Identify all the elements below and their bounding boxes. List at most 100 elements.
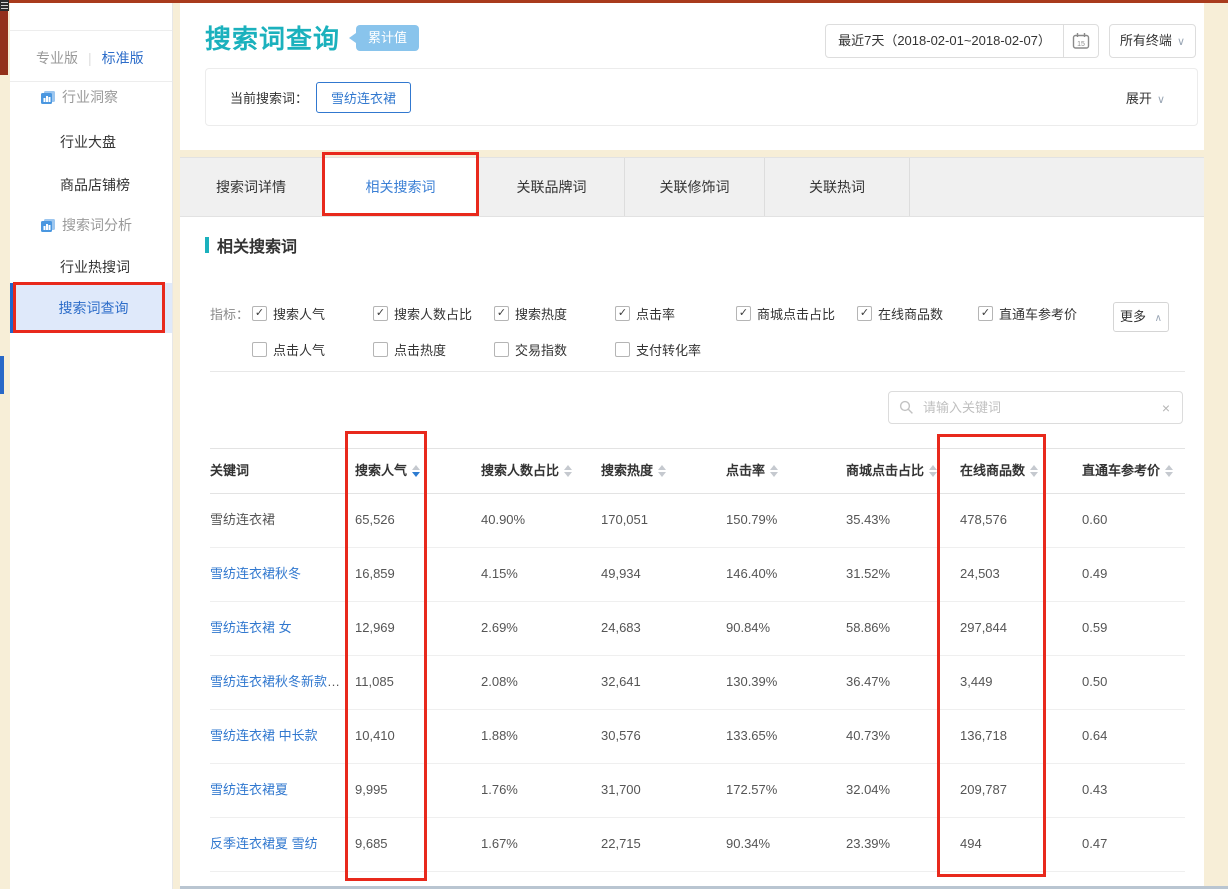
value-cell: 32.04% [838,764,952,817]
clear-search-icon[interactable]: × [1160,400,1172,416]
checkbox-unchecked-icon[interactable] [373,342,388,357]
table-row-1: 雪纺连衣裙65,52640.90%170,051150.79%35.43%478… [210,494,1185,548]
expand-toggle[interactable]: 展开∨ [1126,88,1165,107]
metric-checkbox-item[interactable]: 点击人气 [252,340,373,359]
value-cell: 209,787 [952,764,1074,817]
tab-4[interactable]: 关联修饰词 [625,158,765,216]
calendar-button[interactable]: 15 [1063,25,1098,57]
sort-icon[interactable] [770,465,778,477]
column-header-4[interactable]: 搜索热度 [593,449,718,493]
metric-checkbox-item[interactable]: ✓在线商品数 [857,304,978,323]
tab-5[interactable]: 关联热词 [765,158,910,216]
sidebar-item-label: 行业大盘 [60,134,116,150]
keyword-cell: 加绒雪纺连衣裙 [210,872,347,886]
value-cell: 0.60 [1074,494,1185,547]
sidebar-item-4[interactable]: 搜索词分析 [10,212,172,238]
checkbox-checked-icon[interactable]: ✓ [857,306,872,321]
tab-2[interactable]: 相关搜索词 [323,158,479,216]
column-header-5[interactable]: 点击率 [718,449,838,493]
sidebar-item-label: 商品店铺榜 [60,177,130,193]
table-row-7: 反季连衣裙夏 雪纺9,6851.67%22,71590.34%23.39%494… [210,818,1185,872]
keyword-link[interactable]: 反季连衣裙夏 雪纺 [210,836,318,851]
metric-checkbox-item[interactable]: ✓ 搜索人数占比 [373,304,494,323]
sort-icon[interactable] [1030,465,1038,477]
checkbox-checked-icon[interactable]: ✓ [252,306,267,321]
more-metrics-button[interactable]: 更多 ∧ [1113,302,1169,332]
value-cell: 24,683 [593,602,718,655]
page-header: 搜索词查询 累计值 最近7天（2018-02-01~2018-02-07） 15… [180,3,1204,150]
keyword-link[interactable]: 雪纺连衣裙 中长款 [210,728,318,743]
sidebar-item-2[interactable]: 行业大盘 [10,129,172,155]
table-row-2: 雪纺连衣裙秋冬16,8594.15%49,934146.40%31.52%24,… [210,548,1185,602]
sort-icon[interactable] [658,465,666,477]
value-cell: 1.76% [473,764,593,817]
checkbox-checked-icon[interactable]: ✓ [736,306,751,321]
tab-3[interactable]: 关联品牌词 [479,158,625,216]
terminal-select[interactable]: 所有终端∨ [1109,24,1196,58]
tab-1[interactable]: 搜索词详情 [180,158,323,216]
value-cell: 297,844 [952,602,1074,655]
metrics-label: 指标： [210,304,252,323]
metric-checkbox-item[interactable]: ✓ 商城点击占比 [736,304,857,323]
checkbox-checked-icon[interactable]: ✓ [978,306,993,321]
column-header-label: 在线商品数 [960,449,1025,493]
column-header-2[interactable]: 搜索人气 [347,449,473,493]
value-cell: 9,685 [347,818,473,871]
value-cell: 22,715 [593,818,718,871]
checkbox-checked-icon[interactable]: ✓ [373,306,388,321]
metric-checkbox-item[interactable]: ✓搜索人气 [252,304,373,323]
metric-checkbox-item[interactable]: ✓直通车参考价 [978,304,1099,323]
keyword-link[interactable]: 雪纺连衣裙夏 [210,782,288,797]
checkbox-unchecked-icon[interactable] [494,342,509,357]
calendar-icon: 15 [1072,32,1090,50]
metric-checkbox-item[interactable]: ✓ 搜索热度 [494,304,615,323]
value-cell: 0.47 [1074,818,1185,871]
metric-label: 点击热度 [394,340,446,359]
checkbox-checked-icon[interactable]: ✓ [615,306,630,321]
checkbox-unchecked-icon[interactable] [252,342,267,357]
metric-label: 商城点击占比 [757,304,835,323]
keyword-link[interactable]: 雪纺连衣裙秋冬新款女... [210,674,347,689]
cumulative-value-badge: 累计值 [356,25,419,51]
sort-icon[interactable] [412,465,420,477]
metric-checkbox-item[interactable]: ✓点击率 [615,304,736,323]
sidebar-item-label: 行业热搜词 [60,259,130,275]
current-term-chip[interactable]: 雪纺连衣裙 [316,82,411,113]
column-header-6[interactable]: 商城点击占比 [838,449,952,493]
keyword-cell: 雪纺连衣裙 [210,494,347,547]
metric-label: 搜索人数占比 [394,304,472,323]
date-range-picker[interactable]: 最近7天（2018-02-01~2018-02-07） 15 [825,24,1099,58]
sidebar-item-label: 行业洞察 [62,89,118,105]
value-cell: 478,576 [952,494,1074,547]
checkbox-checked-icon[interactable]: ✓ [494,306,509,321]
keyword-search-input[interactable] [921,399,1160,416]
metric-checkbox-item[interactable]: 交易指数 [494,340,615,359]
chevron-up-icon: ∧ [1155,313,1162,324]
column-header-3[interactable]: 搜索人数占比 [473,449,593,493]
column-header-8[interactable]: 直通车参考价 [1074,449,1185,493]
section-accent-bar [205,237,209,253]
sidebar-item-6[interactable]: 搜索词查询 [10,283,172,333]
table-row-4: 雪纺连衣裙秋冬新款女...11,0852.08%32,641130.39%36.… [210,656,1185,710]
sidebar-item-1[interactable]: 行业洞察 [10,84,172,110]
value-cell: 35.43% [838,494,952,547]
value-cell: 0.49 [1074,548,1185,601]
value-cell: 11,085 [347,656,473,709]
sort-icon[interactable] [564,465,572,477]
sidebar-item-5[interactable]: 行业热搜词 [10,254,172,280]
metric-label: 搜索热度 [515,304,567,323]
metric-checkbox-item[interactable]: 点击热度 [373,340,494,359]
column-header-label: 搜索热度 [601,449,653,493]
column-header-7[interactable]: 在线商品数 [952,449,1074,493]
value-cell: 16,859 [347,548,473,601]
keyword-cell: 雪纺连衣裙夏 [210,764,347,817]
sidebar-item-3[interactable]: 商品店铺榜 [10,172,172,198]
keyword-link[interactable]: 雪纺连衣裙秋冬 [210,566,301,581]
sort-icon[interactable] [1165,465,1173,477]
sidebar-item-label: 搜索词分析 [62,217,132,233]
value-cell: 0.59 [1074,602,1185,655]
sort-icon[interactable] [929,465,937,477]
keyword-link[interactable]: 雪纺连衣裙 女 [210,620,292,635]
checkbox-unchecked-icon[interactable] [615,342,630,357]
metric-checkbox-item[interactable]: 支付转化率 [615,340,736,359]
